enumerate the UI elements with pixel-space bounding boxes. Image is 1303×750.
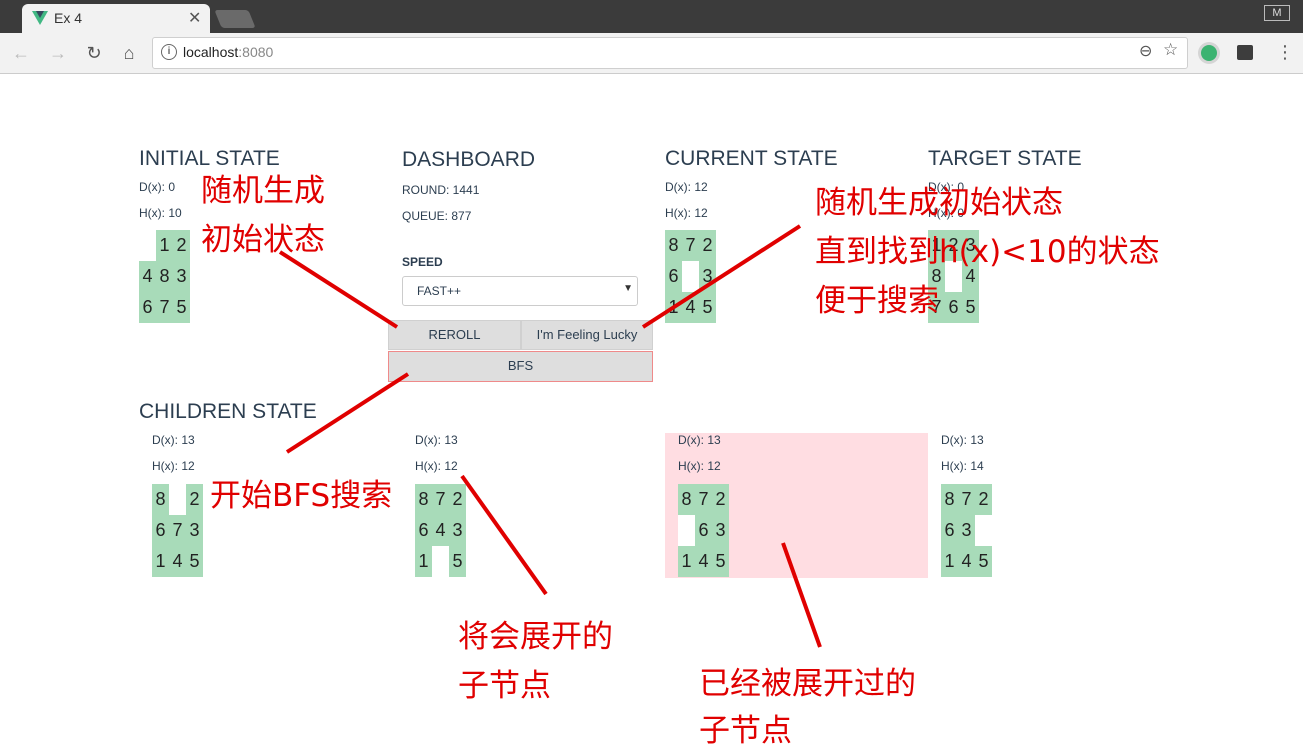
annotation-to-expand-1: 将会展开的	[458, 619, 613, 655]
annotation-bfs: 开始BFS搜索	[210, 478, 393, 514]
arrow-to-lucky	[641, 224, 802, 329]
annotation-lucky-1: 随机生成初始状态	[815, 185, 1063, 221]
annotation-to-expand-2: 子节点	[458, 668, 551, 704]
annotation-random-initial-2: 初始状态	[201, 222, 325, 258]
annotation-random-initial-1: 随机生成	[201, 173, 325, 209]
annotation-expanded-1: 已经被展开过的	[699, 666, 916, 702]
annotation-expanded-2: 子节点	[699, 713, 792, 749]
arrow-to-bfs	[285, 372, 410, 454]
annotation-arrows	[278, 224, 822, 648]
arrow-to-reroll	[278, 250, 399, 329]
arrow-to-visited-child	[781, 542, 822, 648]
annotation-lucky-2: 直到找到h(x)<10的状态	[815, 234, 1160, 270]
arrow-to-child	[460, 474, 548, 596]
annotation-lucky-3: 便于搜索	[815, 283, 939, 319]
